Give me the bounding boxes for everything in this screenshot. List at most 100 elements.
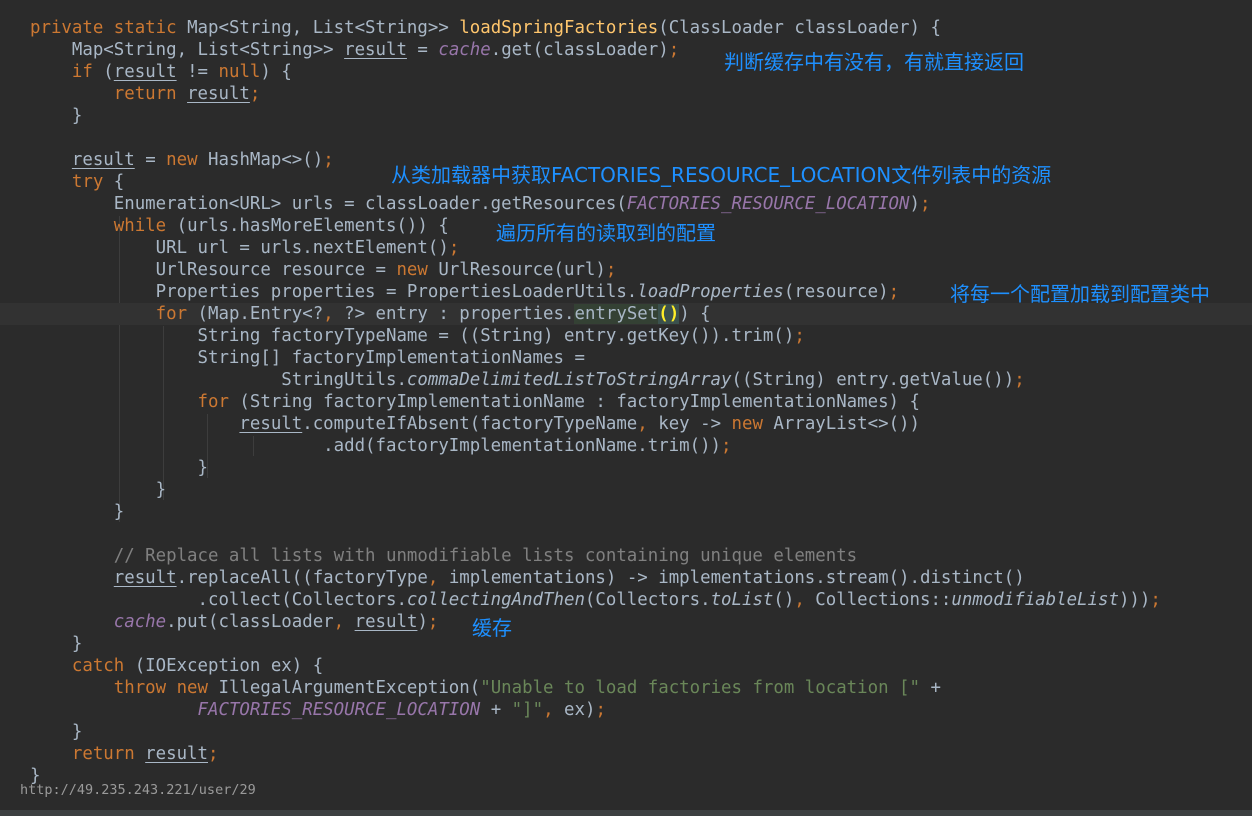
code-line[interactable]: return result; <box>0 83 261 105</box>
code-line[interactable]: } <box>0 479 167 501</box>
code-token: entrySet <box>574 304 659 324</box>
code-line[interactable]: String[] factoryImplementationNames = <box>0 347 585 369</box>
code-token: Enumeration<URL> urls = classLoader.getR… <box>30 194 627 214</box>
code-line[interactable]: } <box>0 721 82 743</box>
code-token: != <box>176 62 219 82</box>
code-token: + <box>919 678 941 698</box>
code-token: .replaceAll((factoryType <box>176 568 428 588</box>
code-token: (Map.Entry<? <box>197 304 324 324</box>
annotation-cache-check: 判断缓存中有没有，有就直接返回 <box>724 50 1024 74</box>
code-token: UrlResource(url) <box>438 260 606 280</box>
code-line[interactable]: URL url = urls.nextElement(); <box>0 237 460 259</box>
code-token: result <box>187 84 250 104</box>
code-line[interactable]: throw new IllegalArgumentException("Unab… <box>0 677 941 699</box>
code-line[interactable]: } <box>0 105 82 127</box>
code-token: } <box>30 106 83 126</box>
code-token: ; <box>1014 370 1025 390</box>
code-token: () <box>773 590 795 610</box>
code-token: collectingAndThen <box>406 590 585 610</box>
code-line[interactable]: for (Map.Entry<?, ?> entry : properties.… <box>0 303 1252 325</box>
code-token: ) { <box>260 62 292 82</box>
code-token: .collect(Collectors. <box>30 590 407 610</box>
code-token: implementations) -> implementations.stre… <box>448 568 1025 588</box>
horizontal-scrollbar[interactable] <box>0 810 1252 816</box>
code-line[interactable]: Map<String, List<String>> result = cache… <box>0 39 679 61</box>
code-token: // Replace all lists with unmodifiable l… <box>30 546 858 566</box>
code-line[interactable]: result.replaceAll((factoryType, implemen… <box>0 567 1025 589</box>
code-token: Properties properties = PropertiesLoader… <box>30 282 638 302</box>
code-token: toList <box>710 590 774 610</box>
code-token: ; <box>668 40 680 60</box>
code-token: ?> entry : properties. <box>344 304 575 324</box>
code-line[interactable]: } <box>0 457 208 479</box>
code-token: ; <box>427 612 439 632</box>
code-line[interactable]: .collect(Collectors.collectingAndThen(Co… <box>0 589 1161 611</box>
code-token: String factoryTypeName = ((String) entry… <box>30 326 795 346</box>
code-token: if <box>30 62 104 82</box>
code-token: = <box>134 150 167 170</box>
code-editor[interactable]: private static Map<String, List<String>>… <box>0 0 1252 816</box>
code-line[interactable]: FACTORIES_RESOURCE_LOCATION + "]", ex); <box>0 699 606 721</box>
code-line[interactable]: Enumeration<URL> urls = classLoader.getR… <box>0 193 931 215</box>
code-line[interactable]: try { <box>0 171 124 193</box>
annotation-load-each: 将每一个配置加载到配置类中 <box>950 282 1210 306</box>
code-token: "Unable to load factories from location … <box>480 678 920 698</box>
code-token: ; <box>208 744 219 764</box>
code-line[interactable]: Properties properties = PropertiesLoader… <box>0 281 899 303</box>
code-line[interactable]: for (String factoryImplementationName : … <box>0 391 920 413</box>
code-line[interactable]: private static Map<String, List<String>>… <box>0 17 941 39</box>
code-token: .computeIfAbsent(factoryTypeName <box>302 414 638 434</box>
code-token: (Collectors. <box>584 590 711 610</box>
code-token: Map<String, List<String>> <box>30 40 345 60</box>
code-token: Map<String, List<String>> <box>187 18 460 38</box>
watermark-url: http://49.235.243.221/user/29 <box>20 782 256 798</box>
code-line[interactable]: String factoryTypeName = ((String) entry… <box>0 325 805 347</box>
code-token: result <box>113 62 177 82</box>
code-line[interactable]: result = new HashMap<>(); <box>0 149 334 171</box>
code-line[interactable]: catch (IOException ex) { <box>0 655 323 677</box>
code-token: String[] factoryImplementationNames = <box>30 348 585 368</box>
code-token: (urls.hasMoreElements()) { <box>176 216 449 236</box>
code-token: for <box>30 304 198 324</box>
code-token: ; <box>323 150 334 170</box>
code-token: .add(factoryImplementationName.trim()) <box>30 436 722 456</box>
code-line[interactable]: if (result != null) { <box>0 61 292 83</box>
code-line[interactable]: } <box>0 633 82 655</box>
code-token: ; <box>721 436 732 456</box>
code-token: (ClassLoader classLoader) { <box>658 18 941 38</box>
code-line[interactable]: while (urls.hasMoreElements()) { <box>0 215 449 237</box>
code-line[interactable]: return result; <box>0 743 219 765</box>
code-token: ((String) entry.getValue()) <box>731 370 1015 390</box>
code-token: FACTORIES_RESOURCE_LOCATION <box>197 700 481 720</box>
code-token: .put(classLoader <box>166 612 334 632</box>
code-line[interactable]: cache.put(classLoader, result); <box>0 611 439 633</box>
code-token: IllegalArgumentException( <box>218 678 481 698</box>
code-token: () <box>658 304 680 324</box>
code-line[interactable] <box>0 127 30 149</box>
code-token: ))) <box>1118 590 1151 610</box>
code-line[interactable]: UrlResource resource = new UrlResource(u… <box>0 259 617 281</box>
code-token: loadSpringFactories <box>459 18 659 38</box>
code-token: return <box>30 744 146 764</box>
code-token: ) <box>417 612 428 632</box>
code-line[interactable]: // Replace all lists with unmodifiable l… <box>0 545 857 567</box>
code-token: } <box>30 502 125 522</box>
code-line[interactable] <box>0 523 30 545</box>
code-token: (resource) <box>783 282 889 302</box>
code-token: , <box>637 414 659 434</box>
code-line[interactable]: StringUtils.commaDelimitedListToStringAr… <box>0 369 1025 391</box>
code-token: = <box>406 40 439 60</box>
code-token: Collections:: <box>815 590 952 610</box>
code-token: ; <box>249 84 261 104</box>
code-token: new <box>731 414 774 434</box>
code-token: cache <box>438 40 491 60</box>
code-token: ) { <box>679 304 711 324</box>
code-token: .get(classLoader) <box>490 40 669 60</box>
code-line[interactable]: .add(factoryImplementationName.trim()); <box>0 435 732 457</box>
code-line[interactable]: result.computeIfAbsent(factoryTypeName, … <box>0 413 920 435</box>
code-token: StringUtils. <box>30 370 407 390</box>
code-token: , <box>543 700 565 720</box>
code-line[interactable]: } <box>0 501 124 523</box>
code-token: , <box>333 612 355 632</box>
